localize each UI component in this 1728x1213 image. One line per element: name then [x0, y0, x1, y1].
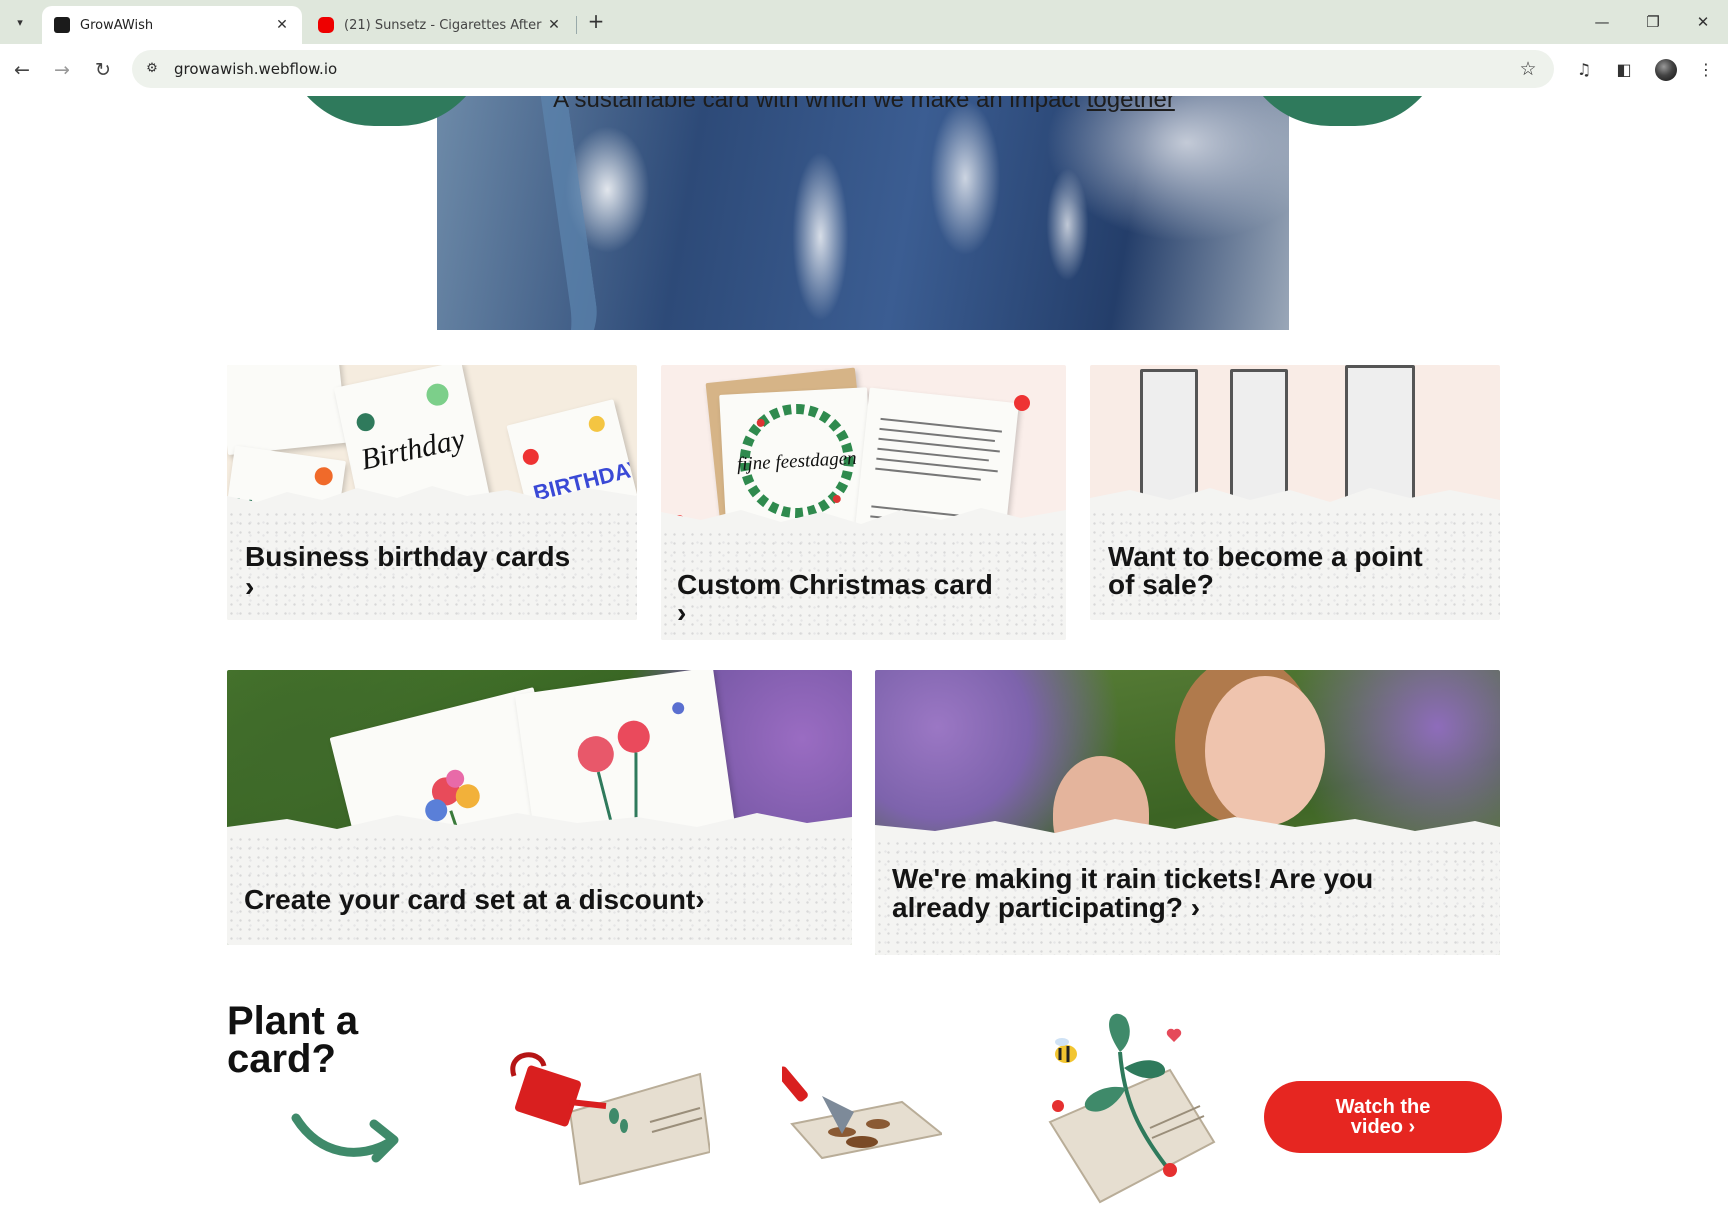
watch-video-button[interactable]: Watch the video › [1264, 1081, 1502, 1153]
card-label: Create your card set at a discount› [244, 884, 705, 915]
plant-title: Plant a card? [227, 999, 359, 1081]
trowel-icon [782, 1066, 942, 1160]
card-label-line2: already participating? › [892, 892, 1201, 923]
browser-tab-bar: ▾ GrowAWish ✕ (21) Sunsetz - Cigarettes … [0, 0, 1728, 44]
tab-growawish[interactable]: GrowAWish ✕ [42, 6, 302, 44]
webflow-favicon-icon [54, 17, 70, 33]
person-woman-image [1205, 676, 1325, 826]
card-card-set-discount[interactable]: Create your card set at a discount› [227, 670, 852, 945]
card-tickets[interactable]: We're making it rain tickets! Are you al… [875, 670, 1500, 955]
hero-tagline: A sustainable card with which we make an… [0, 96, 1728, 114]
plant-title-line1: Plant a [227, 999, 359, 1043]
card-label-line1: Want to become a point [1108, 541, 1423, 572]
watering-can-icon [510, 1052, 710, 1186]
card-label-line1: We're making it rain tickets! Are you [892, 863, 1374, 894]
card-label: Business birthday cards [245, 541, 571, 572]
card-point-of-sale[interactable]: Want to become a point of sale? [1090, 365, 1500, 620]
media-controls-icon[interactable]: ♫ [1570, 56, 1598, 84]
hero-video[interactable] [437, 96, 1289, 330]
close-icon[interactable]: ✕ [546, 17, 562, 33]
tagline-text: A sustainable card with which we make an… [553, 96, 1087, 113]
svg-text:Birthday: Birthday [358, 422, 468, 476]
url-text[interactable]: growawish.webflow.io [174, 50, 337, 88]
tagline-link[interactable]: together [1087, 96, 1175, 113]
window-close-icon[interactable]: ✕ [1688, 10, 1718, 34]
bookmark-star-icon[interactable]: ☆ [1516, 57, 1540, 81]
more-menu-icon[interactable]: ⋮ [1692, 56, 1720, 84]
card-custom-christmas[interactable]: fijne feestdagen Custom Christmas card › [661, 365, 1066, 640]
card-label-line2: of sale? [1108, 569, 1214, 600]
tab-divider [576, 16, 577, 34]
youtube-favicon-icon [318, 17, 334, 33]
sprouting-card-icon [1048, 1013, 1216, 1204]
wheelbarrow-rim [437, 96, 605, 330]
back-arrow-icon[interactable]: ← [8, 56, 36, 84]
card-label: Custom Christmas card [677, 569, 993, 600]
chevron-right-icon: › [677, 597, 687, 628]
profile-avatar[interactable] [1655, 59, 1677, 81]
browser-toolbar: ← → ↻ ⚙ growawish.webflow.io ☆ ♫ ◧ ⋮ [0, 44, 1728, 97]
address-bar[interactable]: ⚙ growawish.webflow.io ☆ [132, 50, 1554, 88]
tab-search-dropdown-icon[interactable]: ▾ [8, 10, 32, 34]
card-script-text: fijne feestdagen [736, 448, 857, 475]
birthday-card-image [227, 365, 348, 456]
reload-icon[interactable]: ↻ [89, 56, 117, 84]
watch-video-line1: Watch the [1335, 1096, 1431, 1118]
watch-video-line2: video › [1350, 1116, 1416, 1138]
new-tab-plus-icon[interactable]: + [584, 10, 608, 34]
red-berry [1014, 395, 1030, 411]
curved-arrow-icon [291, 1113, 399, 1163]
tab-title: (21) Sunsetz - Cigarettes After S [344, 17, 546, 33]
page-viewport: A sustainable card with which we make an… [0, 96, 1728, 1213]
plant-title-line2: card? [227, 1037, 336, 1081]
minimize-icon[interactable]: — [1587, 10, 1617, 34]
forward-arrow-icon[interactable]: → [48, 56, 76, 84]
tab-youtube[interactable]: (21) Sunsetz - Cigarettes After S ✕ [306, 6, 574, 44]
card-business-birthday[interactable]: Birthday BIRTHDAY birthday Business birt… [227, 365, 637, 620]
site-settings-icon[interactable]: ⚙ [142, 59, 162, 79]
side-panel-icon[interactable]: ◧ [1610, 56, 1638, 84]
chevron-right-icon: › [245, 571, 255, 602]
close-icon[interactable]: ✕ [274, 17, 290, 33]
tab-title: GrowAWish [80, 17, 154, 33]
restore-icon[interactable]: ❐ [1638, 10, 1668, 34]
